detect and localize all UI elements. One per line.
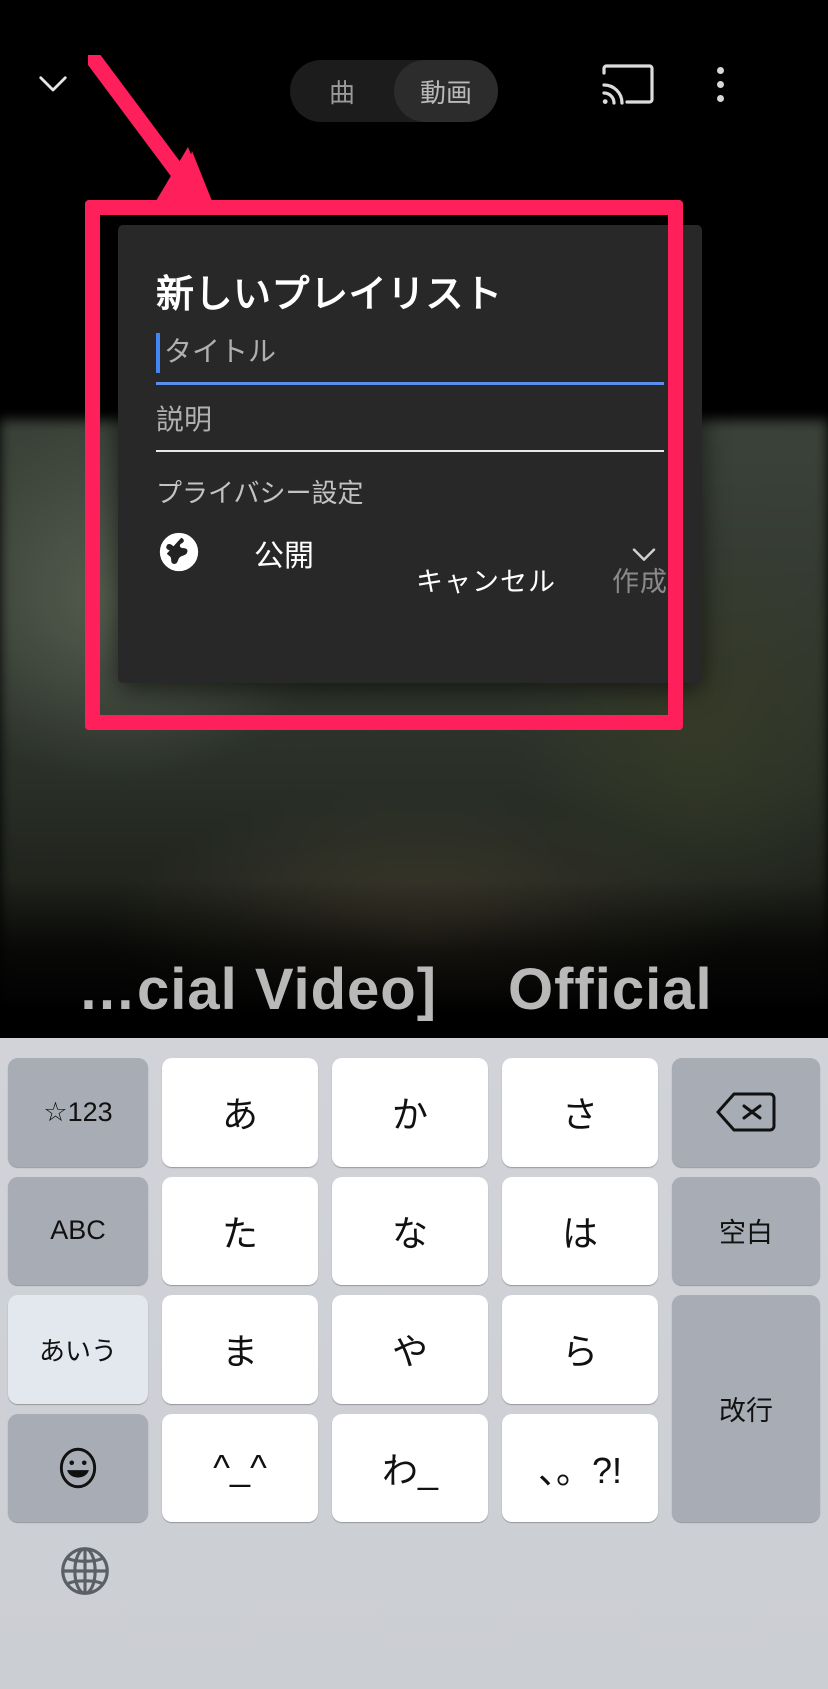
text-cursor [156,333,160,373]
key-ha-row[interactable]: は [502,1176,658,1285]
key-space[interactable]: 空白 [672,1176,820,1285]
key-symbols-numbers[interactable]: ☆123 [8,1058,148,1167]
key-kaomoji[interactable]: ^_^ [162,1413,318,1522]
top-bar: 曲 動画 [0,0,828,186]
playlist-description-field[interactable]: 説明 [156,403,664,452]
emoji-icon [53,1443,103,1493]
key-ta-row[interactable]: た [162,1176,318,1285]
privacy-setting-label: プライバシー設定 [156,478,364,508]
playlist-description-underline [156,450,664,452]
cancel-button[interactable]: キャンセル [416,560,556,599]
playlist-title-underline [156,382,664,385]
playlist-title-placeholder: タイトル [164,336,277,367]
overflow-menu-button[interactable] [700,58,740,110]
playlist-description-placeholder: 説明 [156,404,213,435]
key-kana-mode[interactable]: あいう [8,1295,148,1404]
key-a-row[interactable]: あ [162,1058,318,1167]
cast-icon [602,62,654,106]
globe-keyboard-switch-icon [56,1542,114,1600]
keyboard-switch-button[interactable] [56,1542,114,1600]
key-sa-row[interactable]: さ [502,1058,658,1167]
key-ra-row[interactable]: ら [502,1295,658,1404]
key-return[interactable]: 改行 [672,1295,820,1522]
globe-icon [156,529,202,575]
playlist-title-field[interactable]: タイトル [156,333,664,385]
video-title-overlay: …cial Video] Official [0,962,828,1038]
collapse-player-button[interactable] [32,62,74,104]
dialog-actions: キャンセル 作成 [416,560,668,599]
new-playlist-dialog: 新しいプレイリスト タイトル 説明 プライバシー設定 公開 キャンセル 作成 [118,225,702,683]
chevron-down-icon [32,62,74,104]
more-vertical-icon-dot2 [716,80,724,88]
tab-songs[interactable]: 曲 [290,60,394,122]
cast-button[interactable] [602,62,654,106]
key-emoji[interactable] [8,1413,148,1522]
privacy-setting-value: 公開 [254,540,314,573]
key-backspace[interactable] [672,1058,820,1167]
youtube-music-player-screen: …cial Video] Official 曲 動画 新しいプレイリスト タイト… [0,0,828,1038]
key-ya-row[interactable]: や [332,1295,488,1404]
dialog-title: 新しいプレイリスト [156,274,503,316]
media-type-toggle[interactable]: 曲 動画 [290,60,498,122]
japanese-kana-keyboard: ☆123 あ か さ ABC た な は 空白 あいう ま や ら 改行 ^_^… [0,1038,828,1689]
suggestion-bar[interactable] [0,1038,828,1056]
create-button[interactable]: 作成 [612,560,668,599]
more-vertical-icon-dot3 [716,94,724,102]
keyboard-key-grid: ☆123 あ か さ ABC た な は 空白 あいう ま や ら 改行 ^_^… [8,1058,820,1522]
key-ma-row[interactable]: ま [162,1295,318,1404]
tab-videos[interactable]: 動画 [394,60,498,122]
key-punctuation[interactable]: 、。?! [502,1413,658,1522]
more-vertical-icon [716,66,724,74]
video-title-left: …cial Video] [78,962,438,1022]
video-title-right: Official [508,962,713,1022]
key-ka-row[interactable]: か [332,1058,488,1167]
key-na-row[interactable]: な [332,1176,488,1285]
key-abc-mode[interactable]: ABC [8,1176,148,1285]
key-wa-row[interactable]: わ_ [332,1413,488,1522]
delete-icon [714,1088,778,1136]
